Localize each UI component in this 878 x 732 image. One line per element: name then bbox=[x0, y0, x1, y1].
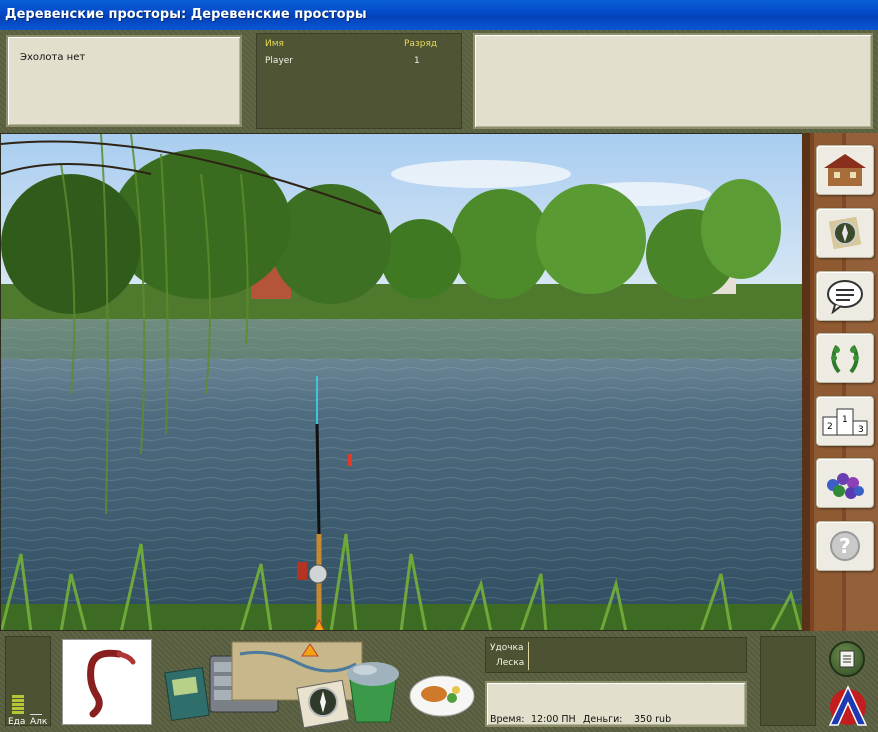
bottom-panel: Еда Алк Удочка Леска Время: 12:00 ПН Ден… bbox=[0, 631, 878, 732]
player-name[interactable]: Player bbox=[265, 56, 293, 66]
bait-slot[interactable] bbox=[62, 639, 152, 725]
food-meter-segment bbox=[12, 699, 24, 702]
help-icon: ? bbox=[830, 531, 860, 561]
achievements-button[interactable] bbox=[816, 333, 874, 383]
podium-label-2: 2 bbox=[827, 422, 833, 432]
player-rank: 1 bbox=[414, 56, 420, 66]
time-label: Время: bbox=[490, 714, 525, 725]
food-label: Еда bbox=[8, 717, 26, 727]
help-label: ? bbox=[839, 534, 851, 558]
top-panel: Эхолота нет Имя Разряд Player 1 bbox=[0, 30, 878, 133]
menu-list-icon bbox=[839, 650, 855, 668]
game-window: Деревенские просторы: Деревенские просто… bbox=[0, 0, 878, 732]
line-label: Леска bbox=[496, 658, 525, 668]
money-label: Деньги: bbox=[583, 714, 623, 725]
players-table: Имя Разряд Player 1 bbox=[256, 33, 462, 129]
compass-icon bbox=[828, 216, 862, 250]
alcohol-meter-empty bbox=[30, 714, 42, 715]
time-value: 12:00 ПН bbox=[531, 714, 576, 725]
chat-icon bbox=[827, 280, 863, 314]
compass-icon[interactable] bbox=[296, 679, 350, 729]
meters-panel: Еда Алк bbox=[5, 636, 51, 727]
map-compass-button[interactable] bbox=[816, 208, 874, 258]
podium-label-3: 3 bbox=[858, 425, 864, 435]
rod-label: Удочка bbox=[490, 643, 524, 653]
menu-button[interactable] bbox=[829, 641, 865, 677]
money-value: 350 rub bbox=[634, 714, 672, 725]
echo-sounder-text: Эхолота нет bbox=[20, 52, 86, 63]
tackle-panel: Удочка Леска bbox=[485, 637, 747, 673]
food-meter-segment bbox=[12, 703, 24, 706]
players-header-name: Имя bbox=[265, 39, 284, 49]
info-panel bbox=[473, 33, 873, 129]
float-bobber[interactable] bbox=[348, 454, 352, 466]
laurel-wreath-icon bbox=[831, 345, 859, 374]
players-header-rank: Разряд bbox=[404, 39, 438, 49]
status-panel: Время: 12:00 ПН Деньги: 350 rub bbox=[485, 681, 747, 727]
clubs-button[interactable] bbox=[816, 458, 874, 508]
rating-button[interactable]: 1 2 3 bbox=[816, 396, 874, 446]
house-button[interactable] bbox=[816, 145, 874, 195]
echo-sounder-panel: Эхолота нет bbox=[6, 35, 242, 127]
food-meter-segment bbox=[12, 711, 24, 714]
a-logo bbox=[826, 683, 870, 729]
help-button[interactable]: ? bbox=[816, 521, 874, 571]
inventory-shelf bbox=[160, 634, 480, 729]
lake-view[interactable] bbox=[1, 134, 808, 631]
food-meter-segment bbox=[12, 707, 24, 710]
food-plate-icon[interactable] bbox=[409, 675, 475, 717]
fishing-guide-book-icon[interactable] bbox=[164, 667, 210, 721]
window-title: Деревенские просторы: Деревенские просто… bbox=[0, 0, 878, 30]
fishing-scene[interactable] bbox=[0, 133, 808, 631]
fish-bucket-icon[interactable] bbox=[347, 662, 399, 723]
food-meter-segment bbox=[12, 695, 24, 698]
tackle-divider bbox=[528, 642, 529, 670]
right-sidebar: 1 2 3 ? bbox=[802, 133, 878, 631]
podium-label-1: 1 bbox=[842, 415, 848, 425]
dock-panel bbox=[760, 636, 816, 726]
house-icon bbox=[824, 154, 866, 186]
worm-icon bbox=[87, 649, 136, 718]
podium-icon: 1 2 3 bbox=[822, 408, 868, 436]
alcohol-label: Алк bbox=[30, 717, 48, 727]
grapes-icon bbox=[827, 473, 864, 499]
chat-button[interactable] bbox=[816, 271, 874, 321]
a-logo-icon bbox=[828, 685, 868, 726]
